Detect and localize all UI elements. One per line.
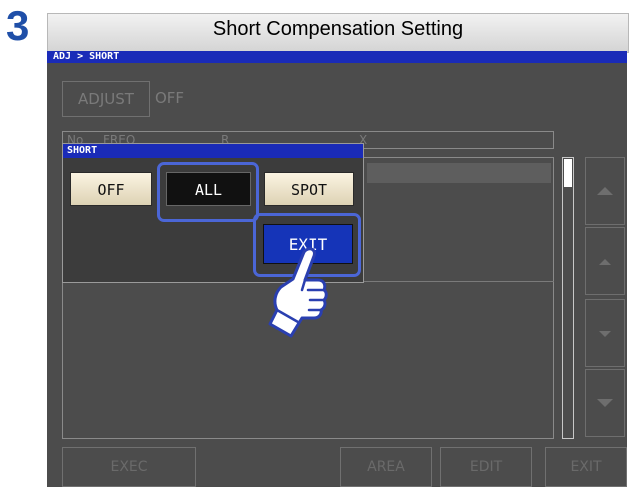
edit-button[interactable]: EDIT: [440, 447, 532, 487]
page-down-button[interactable]: [585, 299, 625, 367]
page-down-icon: [599, 331, 611, 337]
page-up-icon: [599, 259, 611, 265]
adjust-button[interactable]: ADJUST: [62, 81, 150, 117]
area-button[interactable]: AREA: [340, 447, 432, 487]
scroll-up-button[interactable]: [585, 157, 625, 225]
exit-button-main[interactable]: EXIT: [545, 447, 627, 487]
scroll-down-button[interactable]: [585, 369, 625, 437]
scroll-down-icon: [597, 399, 613, 407]
page-up-button[interactable]: [585, 227, 625, 295]
title-bar: Short Compensation Setting: [47, 13, 629, 53]
scroll-up-icon: [597, 187, 613, 195]
scrollbar[interactable]: [562, 157, 574, 439]
adjust-value: OFF: [155, 89, 185, 107]
selected-row[interactable]: [367, 163, 551, 183]
scroll-thumb[interactable]: [564, 159, 572, 187]
option-spot-button[interactable]: SPOT: [264, 172, 354, 206]
option-off-button[interactable]: OFF: [70, 172, 152, 206]
exec-button[interactable]: EXEC: [62, 447, 196, 487]
popup-title: SHORT: [63, 144, 363, 158]
breadcrumb: ADJ > SHORT: [47, 51, 627, 63]
option-all-button[interactable]: ALL: [166, 172, 251, 206]
page-title: Short Compensation Setting: [212, 18, 464, 40]
step-number: 3: [6, 2, 30, 49]
pointing-hand-icon: [268, 247, 328, 338]
